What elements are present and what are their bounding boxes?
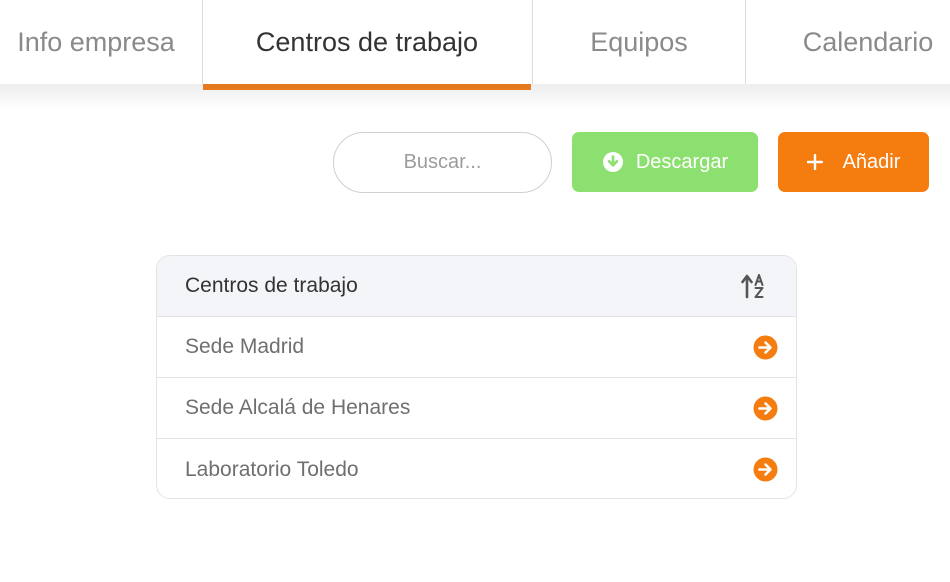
download-button[interactable]: Descargar — [572, 132, 758, 192]
tab-label: Info empresa — [17, 26, 175, 57]
tab-equipos[interactable]: Equipos — [533, 0, 745, 84]
table-header: Centros de trabajo — [157, 256, 796, 317]
tab-label: Equipos — [590, 26, 688, 57]
arrow-right-circle-icon[interactable] — [753, 396, 778, 421]
table-row[interactable]: Sede Alcalá de Henares — [157, 378, 796, 439]
tab-centros-de-trabajo[interactable]: Centros de trabajo — [203, 0, 531, 90]
table-row[interactable]: Sede Madrid — [157, 317, 796, 378]
row-label: Sede Alcalá de Henares — [185, 396, 411, 419]
tab-calendario[interactable]: Calendario — [746, 0, 950, 84]
table-header-title: Centros de trabajo — [185, 274, 358, 297]
table-row[interactable]: Laboratorio Toledo — [157, 439, 796, 498]
tab-bar: Info empresa Centros de trabajo Equipos … — [0, 0, 950, 90]
add-button-label: Añadir — [842, 150, 901, 173]
add-button[interactable]: Añadir — [778, 132, 929, 192]
search-input[interactable] — [333, 132, 552, 193]
download-button-label: Descargar — [635, 150, 729, 173]
row-label: Sede Madrid — [185, 335, 305, 358]
workcenters-table: Centros de trabajo Sede Madrid Sede Alca… — [156, 255, 797, 499]
tab-label: Calendario — [802, 26, 934, 57]
plus-icon — [806, 154, 823, 170]
sort-alpha-asc-icon[interactable] — [740, 272, 768, 300]
tab-label: Centros de trabajo — [255, 26, 479, 57]
arrow-right-circle-icon[interactable] — [753, 335, 778, 360]
arrow-right-circle-icon[interactable] — [753, 457, 778, 482]
download-circle-icon — [602, 151, 624, 173]
row-label: Laboratorio Toledo — [185, 457, 359, 481]
tab-info-empresa[interactable]: Info empresa — [0, 0, 202, 84]
